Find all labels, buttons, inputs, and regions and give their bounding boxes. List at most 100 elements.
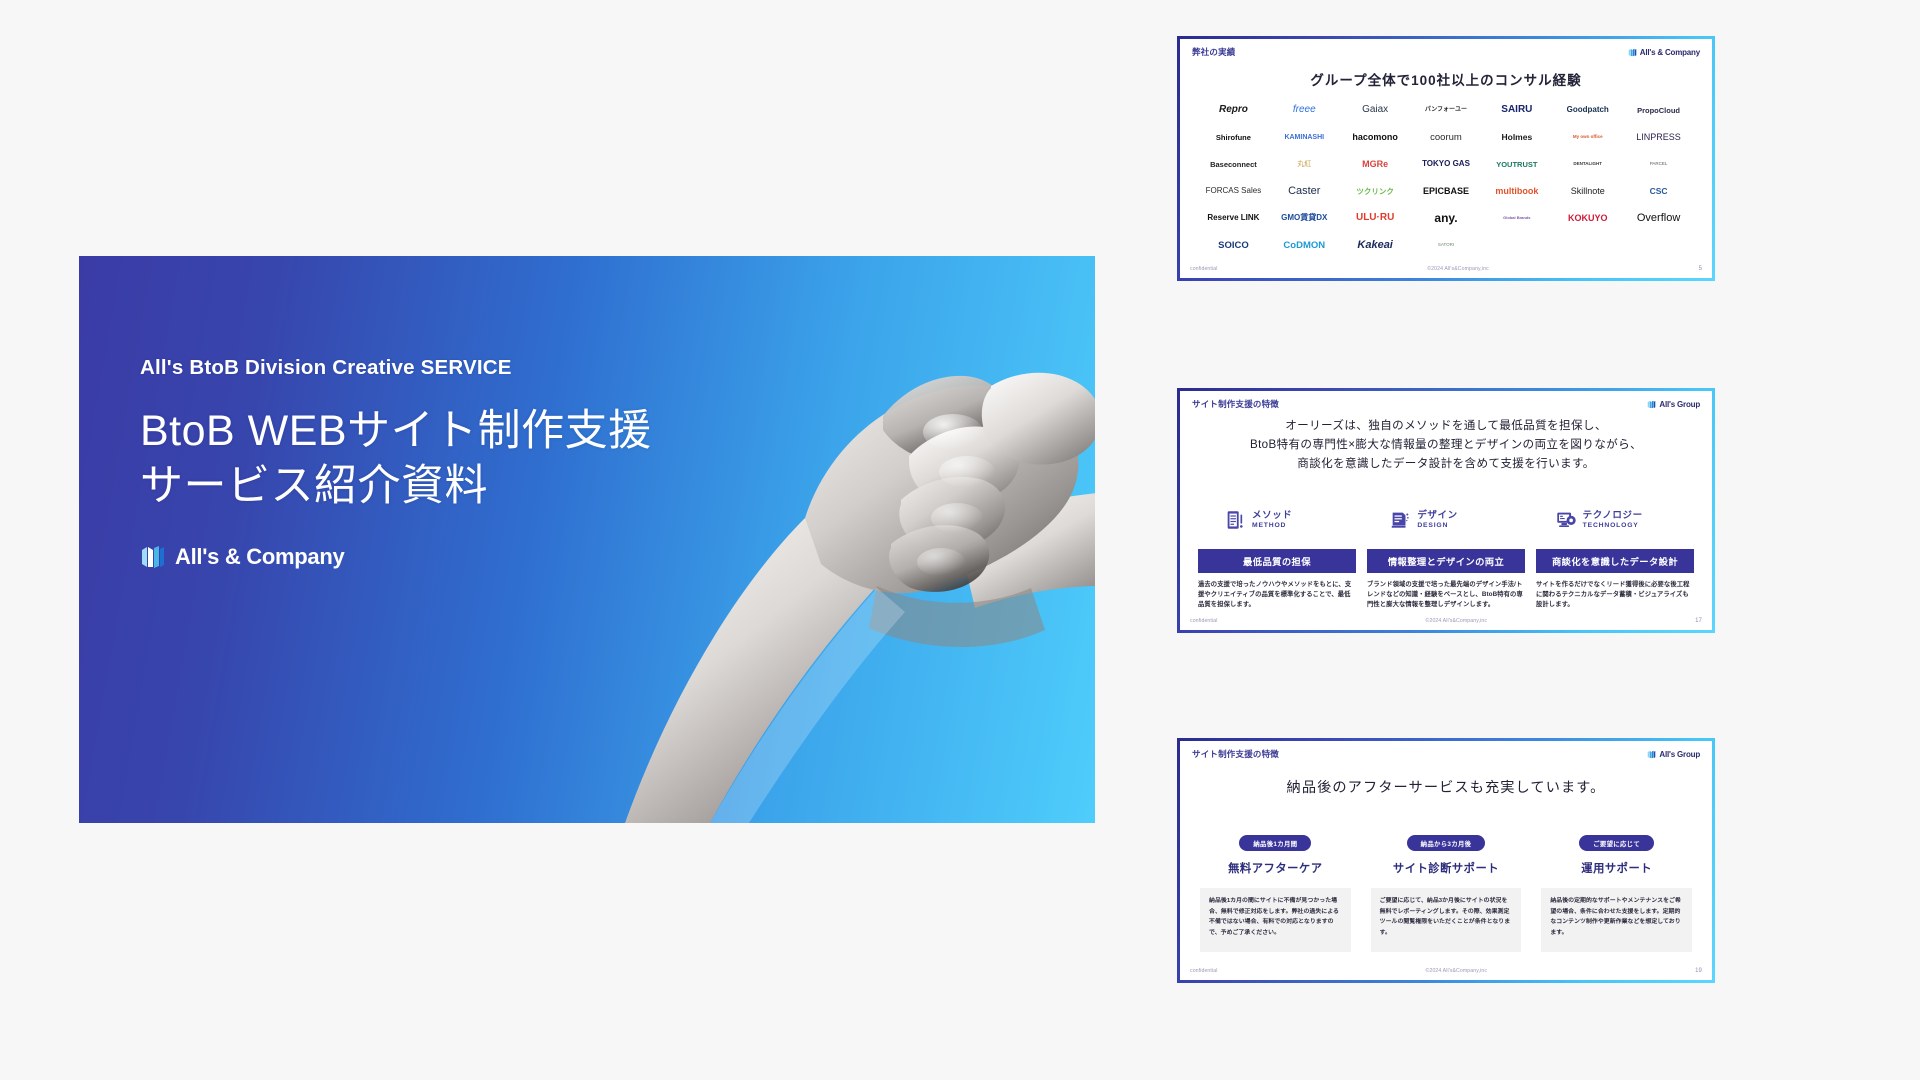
slide-thumbnail-17[interactable]: サイト制作支援の特徴 All's Group オーリーズは、独自のメソッドを通し…: [1177, 388, 1715, 633]
client-logo: Caster: [1288, 184, 1321, 197]
client-logo: EPICBASE: [1422, 185, 1469, 196]
slide5-page-number: 5: [1698, 266, 1702, 272]
slide19-columns: 納品後1カ月間 無料アフターケア 納品後1カ月の間にサイトに不備が見つかった場合…: [1200, 835, 1692, 952]
pillar-technology-en: TECHNOLOGY: [1582, 521, 1639, 529]
pillar-design-en: DESIGN: [1417, 521, 1449, 529]
client-logo: My own office: [1572, 134, 1603, 140]
client-logo: LINPRESS: [1636, 131, 1681, 142]
slide5-headline: グループ全体で100社以上のコンサル経験: [1310, 73, 1582, 88]
slide19-kicker: サイト制作支援の特徴: [1192, 749, 1280, 759]
client-logo: TOKYO GAS: [1422, 159, 1470, 169]
slide19-headline: 納品後のアフターサービスも充実しています。: [1286, 780, 1606, 796]
client-logo: coorum: [1430, 131, 1462, 143]
slide19-page-number: 19: [1695, 968, 1702, 974]
alls-logo-mark-icon: [1648, 750, 1656, 758]
client-logo: Repro: [1218, 104, 1248, 116]
slide17-logo: All's Group: [1647, 400, 1700, 409]
aftercare-pill: 納品後1カ月間: [1239, 835, 1312, 851]
client-logo: Global Brands: [1503, 215, 1531, 221]
aftercare-column: 納品から3カ月後 サイト診断サポート ご要望に応じて、納品3か月後にサイトの状況…: [1370, 835, 1522, 952]
client-logo: Shirofune: [1215, 132, 1251, 142]
slide5-logo: All's & Company: [1628, 48, 1700, 57]
feature-card: 情報整理とデザインの両立 ブランド領域の支援で培った最先端のデザイン手法/トレン…: [1367, 549, 1525, 611]
hero-title-line-2: サービス紹介資料: [140, 462, 488, 511]
pillar-method-ja: メソッド: [1252, 509, 1293, 521]
client-logo: KAMINASHI: [1284, 133, 1325, 141]
clipboard-icon: [1227, 511, 1243, 529]
slide19-logo-text: All's Group: [1659, 749, 1700, 759]
slide17-confidential-label: confidential: [1190, 618, 1218, 624]
client-logo: Goodpatch: [1566, 105, 1609, 115]
client-logo: Holmes: [1501, 132, 1533, 143]
hero-title-line-1: BtoB WEBサイト制作支援: [140, 407, 652, 455]
client-logo: KOKUYO: [1567, 212, 1608, 223]
alls-logo-mark-icon: [142, 546, 164, 569]
aftercare-title: 無料アフターケア: [1228, 863, 1323, 875]
client-logo: YOUTRUST: [1496, 159, 1538, 169]
slide17-cards: 最低品質の担保 過去の支援で培ったノウハウやメソッドをもとに、支援やクリエイティ…: [1198, 549, 1694, 611]
slide19-confidential-label: confidential: [1190, 968, 1218, 974]
client-logo: SOICO: [1218, 239, 1249, 251]
document-icon: [1392, 512, 1410, 528]
pillar-design-labels: デザイン DESIGN: [1417, 509, 1458, 529]
slide5-kicker: 弊社の実績: [1192, 47, 1236, 57]
slide17-lead-line-1: オーリーズは、独自のメソッドを通して最低品質を担保し、: [1285, 419, 1607, 432]
slide-thumbnail-5[interactable]: 弊社の実績 All's & Company グループ全体で100社以上のコンサル…: [1177, 36, 1715, 281]
pillar-design-ja: デザイン: [1417, 509, 1458, 521]
client-logo: ULU·RU: [1355, 212, 1395, 224]
slide-thumbnail-19[interactable]: サイト制作支援の特徴 All's Group 納品後のアフターサービスも充実して…: [1177, 738, 1715, 983]
feature-card-title: 最低品質の担保: [1198, 549, 1356, 573]
client-logo: PARCEL: [1649, 161, 1668, 167]
slide19-footer: confidential ©2024 All's&Company,inc 19: [1180, 965, 1712, 977]
feature-card: 商談化を意識したデータ設計 サイトを作るだけでなくリード獲得後に必要な後工程に関…: [1536, 549, 1694, 611]
client-logo: GMO賃貸DX: [1281, 213, 1328, 223]
client-logo: MGRe: [1362, 158, 1389, 169]
pillar-technology: テクノロジー TECHNOLOGY: [1529, 509, 1694, 531]
slide17-lead-line-2: BtoB特有の専門性×膨大な情報量の整理とデザインの両立を図りながら、: [1250, 437, 1642, 451]
aftercare-column: ご要望に応じて 運用サポート 納品後の定期的なサポートやメンテナンスをご希望の場…: [1541, 835, 1692, 952]
client-logo: DENTALIGHT: [1573, 161, 1603, 167]
slide17-copyright: ©2024 All's&Company,inc: [1425, 618, 1488, 624]
slide5-footer: confidential ©2024 All's&Company,inc 5: [1180, 263, 1712, 275]
slide17-footer: confidential ©2024 All's&Company,inc 17: [1180, 615, 1712, 627]
client-logo: Kakeai: [1357, 238, 1393, 251]
presentation-preview-page: All's BtoB Division Creative SERVICE Bto…: [0, 0, 1920, 1080]
feature-card: 最低品質の担保 過去の支援で培ったノウハウやメソッドをもとに、支援やクリエイティ…: [1198, 549, 1356, 611]
slide17-lead-paragraph: オーリーズは、独自のメソッドを通して最低品質を担保し、 BtoB特有の専門性×膨…: [1204, 417, 1688, 473]
hero-title-slide[interactable]: All's BtoB Division Creative SERVICE Bto…: [79, 256, 1095, 823]
slide19-copyright: ©2024 All's&Company,inc: [1425, 968, 1488, 974]
slide5-confidential-label: confidential: [1190, 266, 1218, 272]
slide17-pillars: メソッド METHOD デザイン DESIGN テクノロジー TECHNOLOG…: [1198, 509, 1694, 531]
feature-card-body: ブランド領域の支援で培った最先端のデザイン手法/トレンドなどの知識・経験をベース…: [1367, 581, 1523, 609]
monitor-gear-icon: [1556, 512, 1576, 527]
alls-logo-mark-icon: [1628, 48, 1637, 56]
client-logo: any.: [1434, 211, 1458, 226]
client-logo-grid: Repro freee Gaiax パンフォーユー SAIRU Goodpatch Prop…: [1198, 97, 1694, 259]
client-logo: Overflow: [1636, 211, 1681, 224]
client-logo: Baseconnect: [1210, 159, 1257, 169]
hero-logo-text: All's & Company: [175, 544, 345, 570]
client-logo: SATORI: [1437, 242, 1455, 248]
client-logo: ツクリンク: [1356, 186, 1394, 196]
pillar-method-en: METHOD: [1252, 521, 1287, 529]
pillar-technology-labels: テクノロジー TECHNOLOGY: [1582, 510, 1643, 529]
slide17-logo-text: All's Group: [1659, 399, 1700, 409]
slide5-logo-text: All's & Company: [1639, 47, 1700, 57]
slide5-header: 弊社の実績 All's & Company: [1180, 39, 1712, 65]
client-logo: Gaiax: [1362, 104, 1389, 116]
aftercare-body: ご要望に応じて、納品3か月後にサイトの状況を無料でレポーティングします。その際、…: [1370, 888, 1522, 952]
feature-card-body: サイトを作るだけでなくリード獲得後に必要な後工程に関わるテクニカルなデータ蓄積・…: [1536, 581, 1690, 609]
slide19-logo: All's Group: [1647, 750, 1700, 759]
aftercare-title: 運用サポート: [1581, 863, 1653, 875]
aftercare-body: 納品後の定期的なサポートやメンテナンスをご希望の場合、条件に合わせた支援をします…: [1541, 888, 1692, 952]
feature-card-title: 情報整理とデザインの両立: [1367, 549, 1525, 573]
client-logo: Skillnote: [1570, 185, 1605, 196]
hero-eyebrow: All's BtoB Division Creative SERVICE: [140, 356, 512, 379]
feature-card-body: 過去の支援で培ったノウハウやメソッドをもとに、支援やクリエイティブの品質を標準化…: [1198, 581, 1352, 609]
hero-brand-logo: All's & Company: [140, 544, 652, 570]
client-logo: multibook: [1495, 185, 1539, 196]
client-logo: Reserve LINK: [1207, 213, 1260, 223]
feature-card-title: 商談化を意識したデータ設計: [1536, 549, 1694, 573]
client-logo: FORCAS Sales: [1205, 186, 1262, 196]
client-logo: 丸紅: [1297, 160, 1312, 168]
